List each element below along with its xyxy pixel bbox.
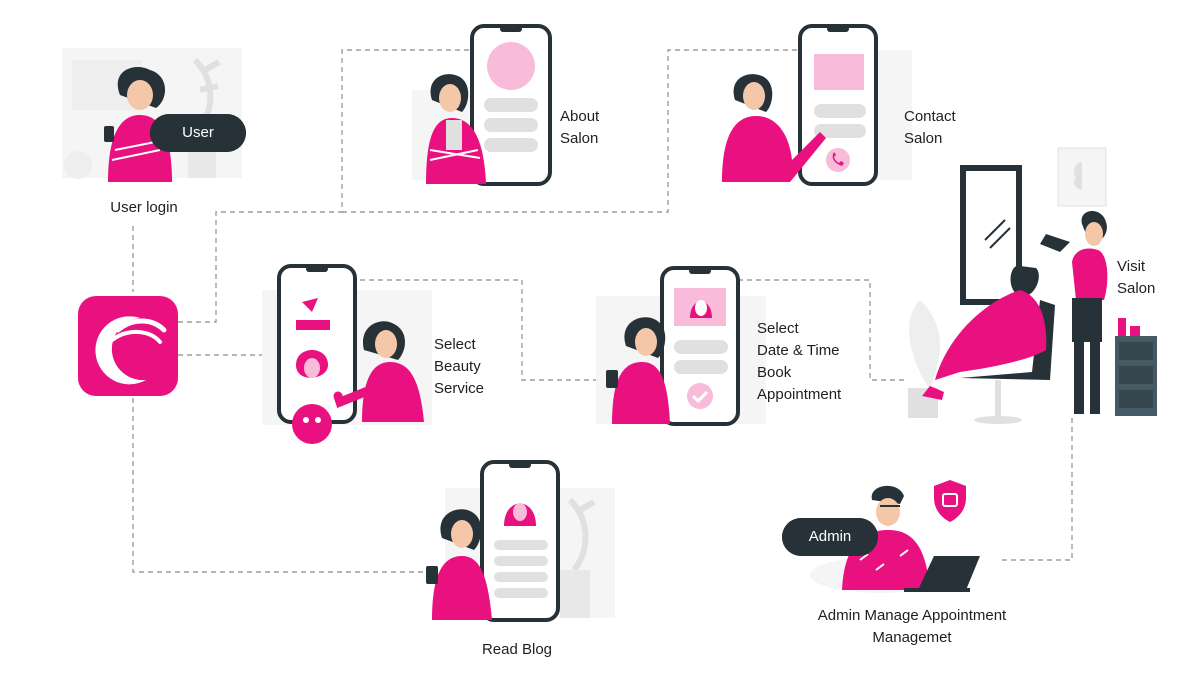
admin-caption: Admin Manage Appointment Managemet xyxy=(817,607,1007,646)
connector-visit-to-admin xyxy=(1000,418,1073,561)
book-appointment-caption: Select Date & Time Book Appointment xyxy=(757,320,842,403)
beauty-service-illustration xyxy=(262,264,432,444)
beauty-service-caption: Select Beauty Service xyxy=(434,336,485,397)
about-salon-caption: About Salon xyxy=(560,108,600,147)
contact-salon-caption: Contact Salon xyxy=(904,108,956,147)
visit-salon-caption: Visit Salon xyxy=(1117,258,1156,297)
salon-logo-icon[interactable] xyxy=(78,296,178,396)
book-appointment-illustration xyxy=(596,266,766,426)
contact-phone[interactable] xyxy=(798,24,878,186)
read-blog-caption: Read Blog xyxy=(481,641,553,658)
flow-diagram xyxy=(62,24,1157,622)
booking-phone[interactable] xyxy=(660,266,740,426)
read-blog-illustration xyxy=(426,460,615,622)
user-login-caption: User login xyxy=(110,199,178,216)
admin-pill[interactable]: Admin xyxy=(782,518,878,556)
blog-phone[interactable] xyxy=(480,460,560,622)
user-pill[interactable]: User xyxy=(150,114,246,152)
